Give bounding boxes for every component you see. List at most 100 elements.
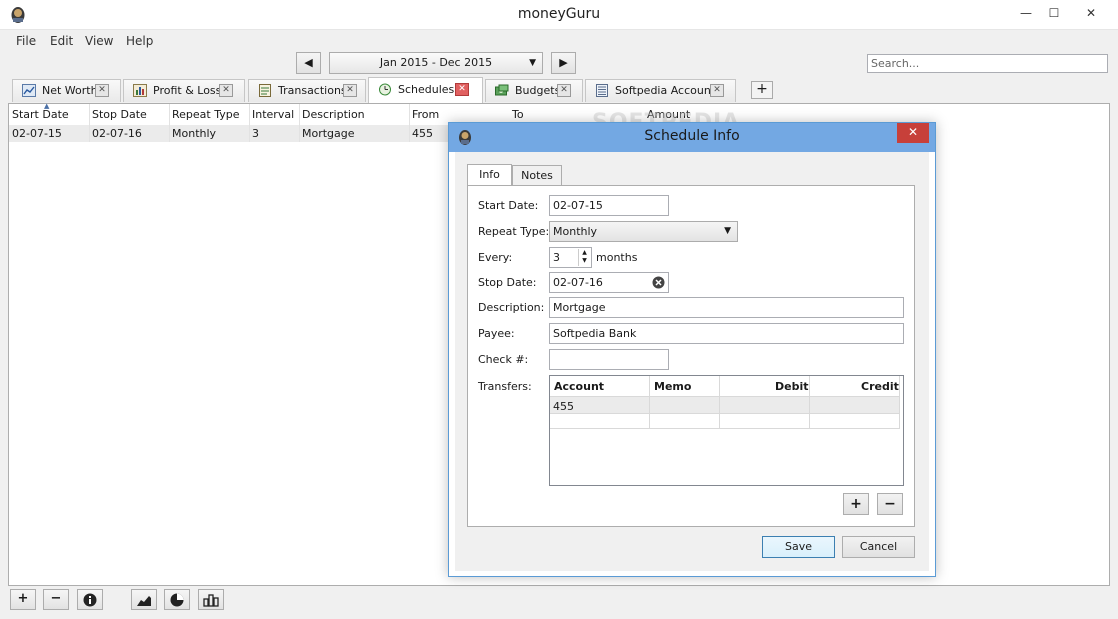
description-field[interactable]: Mortgage <box>549 297 904 318</box>
menu-view[interactable]: View <box>85 34 113 48</box>
stop-date-value: 02-07-16 <box>553 276 603 289</box>
tab-label: Transactions <box>278 84 347 97</box>
profit-loss-icon <box>133 84 147 97</box>
transactions-icon <box>259 84 271 97</box>
transfers-header-account[interactable]: Account <box>554 378 604 396</box>
date-range-select[interactable]: Jan 2015 - Dec 2015 ▼ <box>329 52 543 74</box>
schedules-icon <box>379 83 391 96</box>
close-tab-icon[interactable]: ✕ <box>455 83 469 96</box>
column-header-from[interactable]: From <box>412 105 439 125</box>
column-divider <box>719 376 720 428</box>
tab-info[interactable]: Info <box>467 164 512 186</box>
stop-date-field[interactable]: 02-07-16 <box>549 272 669 293</box>
start-date-label: Start Date: <box>478 199 539 212</box>
columns-icon <box>203 594 219 607</box>
save-button[interactable]: Save <box>762 536 835 558</box>
every-value: 3 <box>553 251 560 264</box>
transfers-header-memo[interactable]: Memo <box>654 378 691 396</box>
add-split-button[interactable]: + <box>843 493 869 515</box>
clear-icon[interactable] <box>652 276 665 289</box>
column-divider <box>899 376 900 428</box>
close-tab-icon[interactable]: ✕ <box>95 84 109 97</box>
dialog-close-button[interactable]: ✕ <box>897 123 929 143</box>
repeat-type-select[interactable]: Monthly ▼ <box>549 221 738 242</box>
tab-notes[interactable]: Notes <box>512 165 562 185</box>
column-divider <box>249 104 250 142</box>
cell-repeat-type: Monthly <box>172 127 217 140</box>
search-input[interactable] <box>867 54 1108 73</box>
tab-label: Profit & Loss <box>153 84 222 97</box>
add-tab-button[interactable]: + <box>751 81 773 99</box>
cell-interval: 3 <box>252 127 259 140</box>
tab-softpedia-account[interactable]: Softpedia Account ✕ <box>585 79 736 102</box>
transfers-header-debit[interactable]: Debit <box>775 378 809 396</box>
cancel-button[interactable]: Cancel <box>842 536 915 558</box>
toggle-pie-button[interactable] <box>164 589 190 610</box>
table-row-highlight <box>9 125 449 142</box>
info-button[interactable] <box>77 589 103 610</box>
pie-chart-icon <box>170 593 184 607</box>
column-header-repeat-type[interactable]: Repeat Type <box>172 105 239 125</box>
close-tab-icon[interactable]: ✕ <box>219 84 233 97</box>
column-header-stop-date[interactable]: Stop Date <box>92 105 147 125</box>
close-tab-icon[interactable]: ✕ <box>710 84 724 97</box>
menu-help[interactable]: Help <box>126 34 153 48</box>
column-divider <box>409 104 410 142</box>
menu-edit[interactable]: Edit <box>50 34 73 48</box>
row-divider <box>550 413 900 414</box>
column-divider <box>169 104 170 142</box>
close-window-button[interactable]: ✕ <box>1068 0 1114 26</box>
payee-field[interactable]: Softpedia Bank <box>549 323 904 344</box>
column-header-description[interactable]: Description <box>302 105 365 125</box>
column-header-interval[interactable]: Interval <box>252 105 294 125</box>
cell-start-date: 02-07-15 <box>12 127 62 140</box>
columns-button[interactable] <box>198 589 224 610</box>
row-divider <box>550 428 900 429</box>
remove-schedule-button[interactable]: − <box>43 589 69 610</box>
tab-label: Schedules <box>398 83 455 96</box>
start-date-field[interactable]: 02-07-15 <box>549 195 669 216</box>
remove-split-button[interactable]: − <box>877 493 903 515</box>
check-field[interactable] <box>549 349 669 370</box>
cell-description: Mortgage <box>302 127 355 140</box>
add-schedule-button[interactable]: + <box>10 589 36 610</box>
check-label: Check #: <box>478 353 529 366</box>
tab-net-worth[interactable]: Net Worth ✕ <box>12 79 121 102</box>
every-stepper[interactable]: 3 ▲ ▼ <box>549 247 592 268</box>
next-period-button[interactable]: ▶ <box>551 52 576 74</box>
tab-transactions[interactable]: Transactions ✕ <box>248 79 366 102</box>
maximize-button[interactable]: ☐ <box>1040 0 1068 26</box>
tab-budgets[interactable]: Budgets ✕ <box>485 79 583 102</box>
menu-bar: File Edit View Help <box>0 31 1118 51</box>
window-title: moneyGuru <box>517 6 601 22</box>
toggle-graph-button[interactable] <box>131 589 157 610</box>
tab-schedules[interactable]: Schedules ✕ <box>368 77 483 103</box>
transfers-header-credit[interactable]: Credit <box>861 378 899 396</box>
menu-file[interactable]: File <box>16 34 36 48</box>
tab-label: Net Worth <box>42 84 98 97</box>
stepper-arrows-icon[interactable]: ▲ ▼ <box>578 249 590 266</box>
column-header-start-date[interactable]: Start Date <box>12 105 69 125</box>
account-icon <box>596 84 608 97</box>
stop-date-label: Stop Date: <box>478 276 537 289</box>
close-tab-icon[interactable]: ✕ <box>343 84 357 97</box>
graph-icon <box>137 596 151 606</box>
tab-label: Budgets <box>515 84 561 97</box>
date-range-label: Jan 2015 - Dec 2015 <box>379 56 493 69</box>
transfers-row-highlight <box>550 397 900 413</box>
prev-period-button[interactable]: ◀ <box>296 52 321 74</box>
chevron-down-icon: ▼ <box>529 58 536 68</box>
every-unit: months <box>596 251 638 264</box>
column-divider <box>299 104 300 142</box>
net-worth-icon <box>22 84 36 97</box>
close-tab-icon[interactable]: ✕ <box>557 84 571 97</box>
every-label: Every: <box>478 251 513 264</box>
transfers-label: Transfers: <box>478 380 532 393</box>
description-label: Description: <box>478 301 545 314</box>
column-divider <box>809 376 810 428</box>
minimize-button[interactable]: — <box>1012 0 1040 26</box>
tab-profit-loss[interactable]: Profit & Loss ✕ <box>123 79 245 102</box>
transfer-cell-account[interactable]: 455 <box>553 400 574 413</box>
info-icon <box>83 593 97 607</box>
payee-label: Payee: <box>478 327 515 340</box>
